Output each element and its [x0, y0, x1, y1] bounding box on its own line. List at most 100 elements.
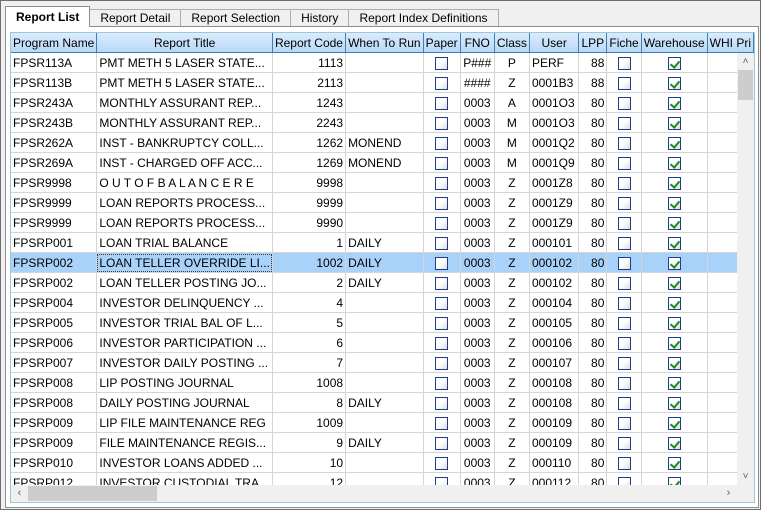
class-cell[interactable]: M — [494, 112, 530, 133]
class-cell[interactable]: Z — [494, 332, 530, 353]
checkbox-checked-icon[interactable] — [667, 176, 681, 190]
report-code-cell[interactable]: 9998 — [272, 172, 347, 193]
fno-cell[interactable]: 0003 — [460, 232, 495, 253]
user-cell[interactable]: 0001Z9 — [529, 212, 580, 233]
class-cell[interactable]: Z — [494, 192, 530, 213]
when-to-run-cell[interactable]: DAILY — [345, 272, 424, 293]
class-cell[interactable]: M — [494, 152, 530, 173]
user-cell[interactable]: 0001Z9 — [529, 192, 580, 213]
checkbox-unchecked-icon[interactable] — [617, 316, 631, 330]
class-cell[interactable]: Z — [494, 72, 530, 93]
checkbox-unchecked-icon[interactable] — [435, 376, 449, 390]
lpp-cell[interactable]: 80 — [578, 452, 608, 473]
checkbox-checked-icon[interactable] — [667, 356, 681, 370]
lpp-cell[interactable]: 80 — [578, 132, 608, 153]
when-to-run-cell[interactable] — [345, 412, 424, 433]
scroll-up-icon[interactable]: ˄ — [737, 53, 754, 70]
report-code-cell[interactable]: 2 — [272, 272, 347, 293]
lpp-cell[interactable]: 80 — [578, 172, 608, 193]
column-header-class[interactable]: Class — [494, 33, 530, 53]
user-cell[interactable]: 0001Q2 — [529, 132, 580, 153]
report-code-cell[interactable]: 1 — [272, 232, 347, 253]
user-cell[interactable]: 000102 — [529, 272, 580, 293]
report-title-cell[interactable]: LOAN TELLER POSTING JO... — [96, 272, 273, 293]
fno-cell[interactable]: 0003 — [460, 432, 495, 453]
lpp-cell[interactable]: 80 — [578, 192, 608, 213]
user-cell[interactable]: 000106 — [529, 332, 580, 353]
fno-cell[interactable]: 0003 — [460, 372, 495, 393]
tab-history[interactable]: History — [290, 9, 350, 27]
user-cell[interactable]: 000108 — [529, 372, 580, 393]
when-to-run-cell[interactable] — [345, 92, 424, 113]
checkbox-unchecked-icon[interactable] — [617, 136, 631, 150]
checkbox-unchecked-icon[interactable] — [435, 416, 449, 430]
report-code-cell[interactable]: 1262 — [272, 132, 347, 153]
checkbox-unchecked-icon[interactable] — [435, 96, 449, 110]
table-row[interactable]: FPSR262A INST - BANKRUPTCY COLL... 1262 MON… — [11, 132, 754, 153]
vertical-scroll-thumb[interactable] — [738, 70, 753, 100]
class-cell[interactable]: Z — [494, 392, 530, 413]
fno-cell[interactable]: 0003 — [460, 92, 495, 113]
program-name-cell[interactable]: FPSRP006 — [11, 332, 98, 353]
class-cell[interactable]: Z — [494, 232, 530, 253]
checkbox-checked-icon[interactable] — [667, 56, 681, 70]
program-name-cell[interactable]: FPSRP009 — [11, 412, 98, 433]
lpp-cell[interactable]: 80 — [578, 352, 608, 373]
column-header-warehouse[interactable]: Warehouse — [641, 33, 708, 53]
program-name-cell[interactable]: FPSRP002 — [11, 252, 98, 273]
fno-cell[interactable]: 0003 — [460, 452, 495, 473]
fno-cell[interactable]: 0003 — [460, 352, 495, 373]
report-title-cell[interactable]: INST - BANKRUPTCY COLL... — [96, 132, 273, 153]
lpp-cell[interactable]: 80 — [578, 372, 608, 393]
when-to-run-cell[interactable] — [345, 332, 424, 353]
program-name-cell[interactable]: FPSR269A — [11, 152, 98, 173]
report-code-cell[interactable]: 8 — [272, 392, 347, 413]
checkbox-unchecked-icon[interactable] — [617, 216, 631, 230]
report-title-cell[interactable]: MONTHLY ASSURANT REP... — [96, 92, 273, 113]
checkbox-checked-icon[interactable] — [667, 236, 681, 250]
checkbox-unchecked-icon[interactable] — [617, 336, 631, 350]
when-to-run-cell[interactable]: DAILY — [345, 252, 424, 273]
checkbox-unchecked-icon[interactable] — [435, 356, 449, 370]
lpp-cell[interactable]: 80 — [578, 432, 608, 453]
program-name-cell[interactable]: FPSR9998 — [11, 172, 98, 193]
fno-cell[interactable]: 0003 — [460, 132, 495, 153]
class-cell[interactable]: Z — [494, 452, 530, 473]
class-cell[interactable]: Z — [494, 352, 530, 373]
table-row[interactable]: FPSR243B MONTHLY ASSURANT REP... 2243 0003 M… — [11, 112, 754, 133]
table-row[interactable]: FPSRP008 LIP POSTING JOURNAL 1008 0003 Z 0001… — [11, 372, 754, 393]
table-row[interactable]: FPSRP007 INVESTOR DAILY POSTING ... 7 0003 Z… — [11, 352, 754, 373]
checkbox-checked-icon[interactable] — [667, 116, 681, 130]
when-to-run-cell[interactable] — [345, 372, 424, 393]
report-code-cell[interactable]: 9990 — [272, 212, 347, 233]
checkbox-unchecked-icon[interactable] — [435, 156, 449, 170]
column-header-fno[interactable]: FNO — [460, 33, 495, 53]
when-to-run-cell[interactable] — [345, 352, 424, 373]
column-header-lpp[interactable]: LPP — [578, 33, 608, 53]
fno-cell[interactable]: 0003 — [460, 212, 495, 233]
table-row[interactable]: FPSR269A INST - CHARGED OFF ACC... 1269 MON… — [11, 152, 754, 173]
checkbox-unchecked-icon[interactable] — [617, 56, 631, 70]
checkbox-checked-icon[interactable] — [667, 316, 681, 330]
table-row[interactable]: FPSR9999 LOAN REPORTS PROCESS... 9999 0003 Z… — [11, 192, 754, 213]
checkbox-checked-icon[interactable] — [667, 256, 681, 270]
report-title-cell[interactable]: PMT METH 5 LASER STATE... — [96, 72, 273, 93]
fno-cell[interactable]: 0003 — [460, 172, 495, 193]
column-header-fiche[interactable]: Fiche — [606, 33, 642, 53]
report-title-cell[interactable]: INVESTOR PARTICIPATION ... — [96, 332, 273, 353]
table-row[interactable]: FPSRP009 LIP FILE MAINTENANCE REG 1009 0003… — [11, 412, 754, 433]
table-row[interactable]: FPSR9999 LOAN REPORTS PROCESS... 9990 0003 Z… — [11, 212, 754, 233]
horizontal-scroll-thumb[interactable] — [28, 486, 157, 501]
checkbox-checked-icon[interactable] — [667, 76, 681, 90]
when-to-run-cell[interactable] — [345, 172, 424, 193]
lpp-cell[interactable]: 80 — [578, 112, 608, 133]
program-name-cell[interactable]: FPSR243A — [11, 92, 98, 113]
lpp-cell[interactable]: 80 — [578, 292, 608, 313]
checkbox-unchecked-icon[interactable] — [435, 456, 449, 470]
checkbox-unchecked-icon[interactable] — [617, 456, 631, 470]
report-title-cell[interactable]: INVESTOR DAILY POSTING ... — [96, 352, 273, 373]
user-cell[interactable]: 000109 — [529, 412, 580, 433]
report-title-cell[interactable]: O U T O F B A L A N C E R E — [96, 172, 273, 193]
class-cell[interactable]: M — [494, 132, 530, 153]
program-name-cell[interactable]: FPSR113A — [11, 52, 98, 73]
